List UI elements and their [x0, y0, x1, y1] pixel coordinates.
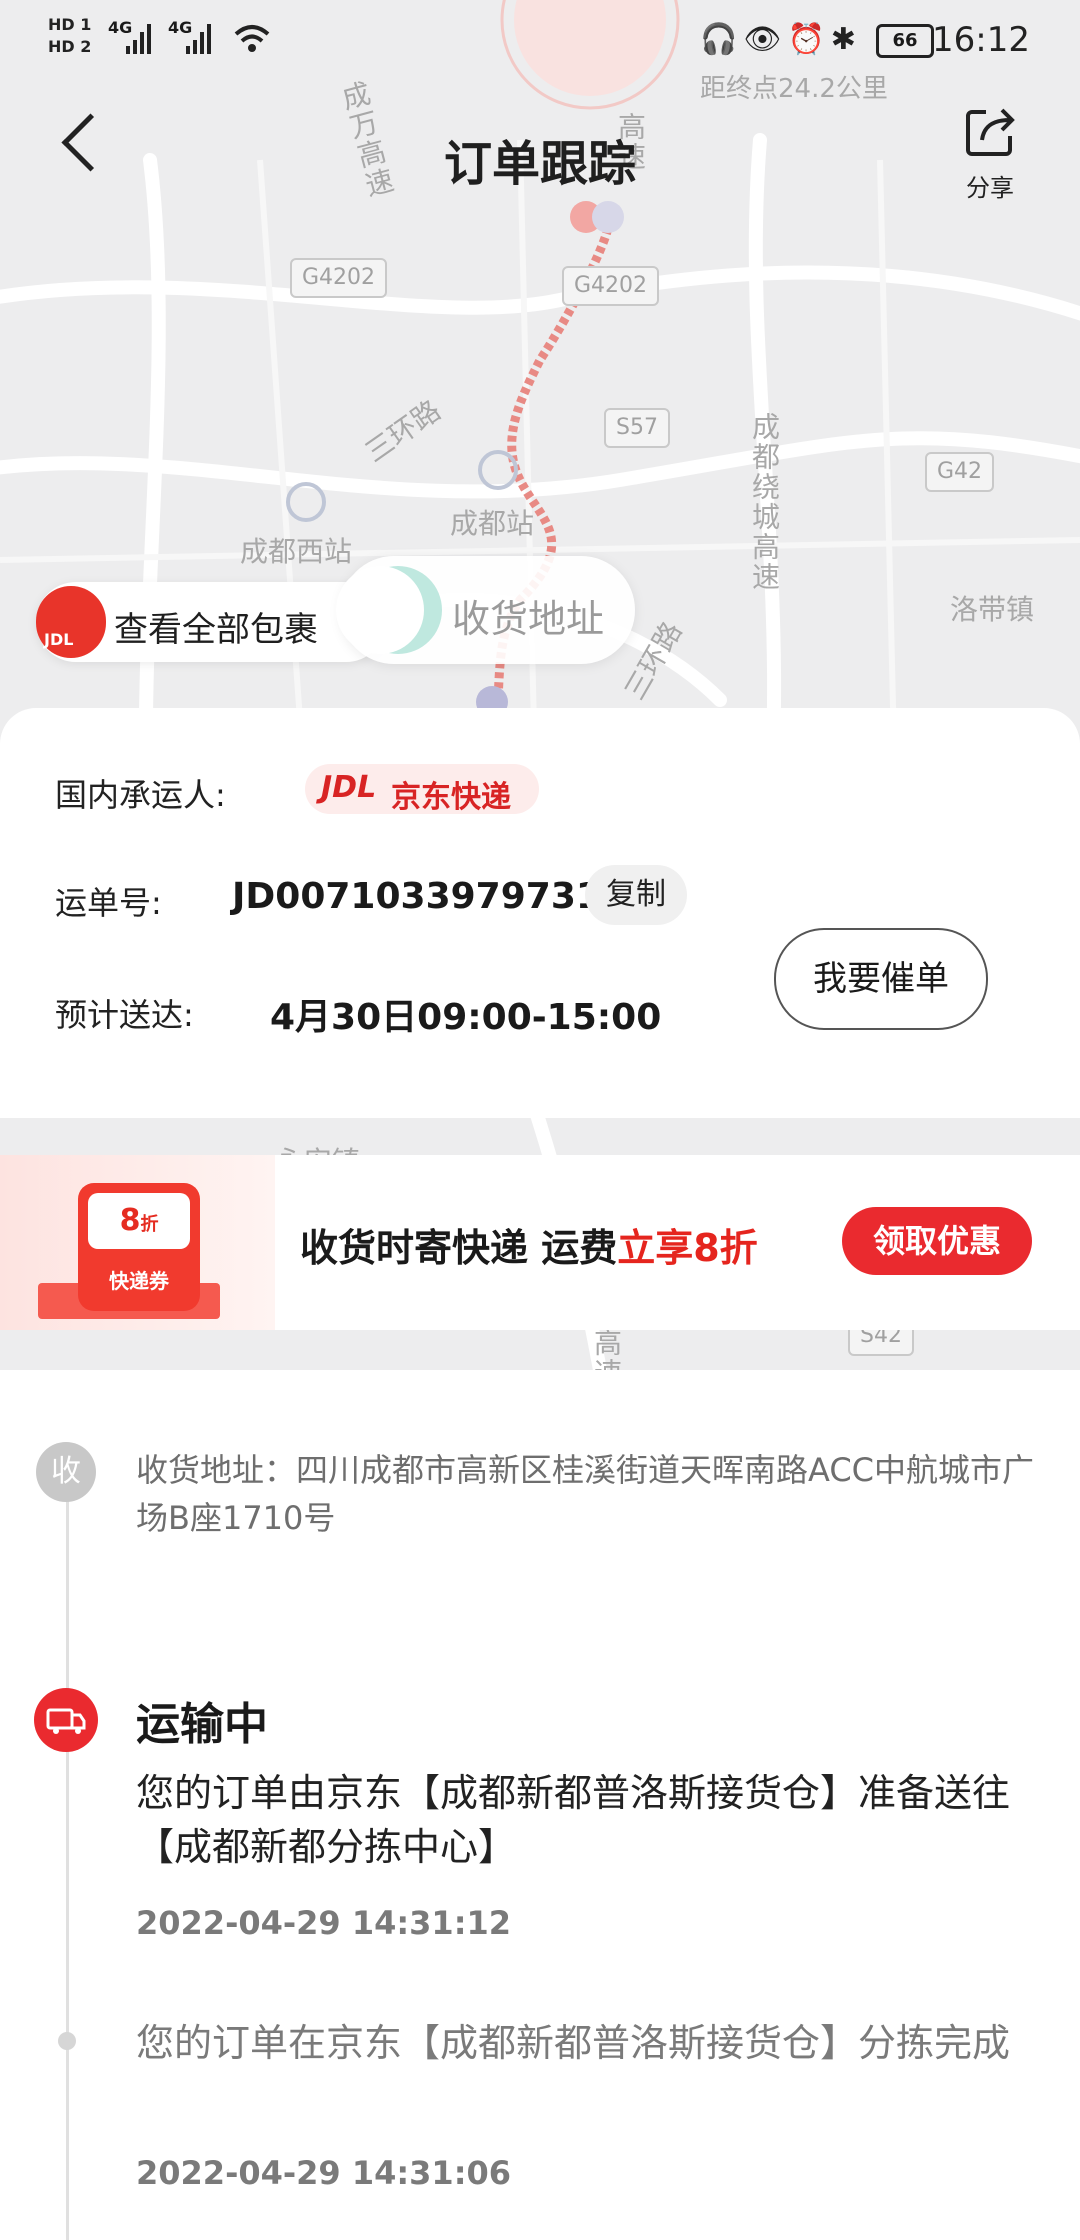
coupon-icon: 8折 快递券: [78, 1183, 200, 1311]
status-bar: HD 1 HD 2 4G 4G 🎧👁⏰✱ 66 16:12: [0, 0, 1080, 80]
status-title: 运输中: [136, 1699, 268, 1750]
address-chip-label: 收货地址: [452, 597, 605, 641]
timeline-event-text: 您的订单由京东【成都新都普洛斯接货仓】准备送往【成都新都分拣中心】: [136, 1771, 1011, 1869]
map-label-west-station: 成都西站: [240, 535, 353, 568]
clock: 16:12: [932, 20, 1030, 60]
share-label: 分享: [966, 174, 1014, 202]
all-packages-label: 查看全部包裹: [114, 610, 318, 650]
coupon-name: 快递券: [109, 1269, 169, 1293]
eta-value: 4月30日09:00-15:00: [270, 997, 662, 1038]
sim2-label: HD 2: [48, 37, 92, 56]
sim-indicators: HD 1 HD 2: [48, 14, 91, 58]
moon-icon: [336, 566, 442, 654]
timeline-dot: [58, 2032, 76, 2050]
truck-icon: [34, 1688, 98, 1752]
timeline-event-text: 您的订单在京东【成都新都普洛斯接货仓】分拣完成: [136, 2021, 1011, 2065]
road-badge-g4202: G4202: [562, 266, 660, 306]
coupon-discount: 8: [119, 1203, 141, 1238]
promo-text: 收货时寄快递 运费立享8折: [300, 1217, 758, 1272]
tracking-timeline: 收 收货地址：四川成都市高新区桂溪街道天晖南路ACC中航城市广场B座1710号 …: [0, 1370, 1080, 2240]
map-label-luodai: 洛带镇: [950, 593, 1035, 626]
carrier-badge: JDL 京东快递: [305, 764, 539, 815]
battery-icon: 66: [876, 24, 934, 58]
coupon-unit: 折: [140, 1214, 159, 1235]
timeline-event-time: 2022-04-29 14:31:12: [136, 1904, 512, 1942]
wifi-icon: [234, 25, 270, 52]
road-badge-s57: S57: [604, 408, 670, 448]
signal-icon: [126, 24, 211, 54]
waybill-number: JD0071033979731: [232, 876, 601, 917]
road-badge-g4202: G4202: [290, 258, 388, 298]
waybill-label: 运单号:: [55, 884, 162, 922]
promo-text-highlight: 立享8折: [617, 1226, 758, 1270]
sim1-label: HD 1: [48, 15, 92, 34]
urge-order-button[interactable]: 我要催单: [774, 928, 988, 1030]
jdl-logo: JDL: [321, 770, 377, 805]
copy-button[interactable]: 复制: [585, 865, 687, 925]
map-label-gaosu: 高速: [590, 1328, 623, 1370]
page-title: 订单跟踪: [443, 136, 636, 192]
carrier-label: 国内承运人:: [55, 776, 226, 814]
carrier-name: 京东快递: [391, 780, 511, 815]
timeline-line: [66, 1480, 69, 2240]
receive-badge: 收: [36, 1442, 96, 1502]
timeline-event-time: 2022-04-29 14:31:06: [136, 2154, 512, 2192]
status-icons: 🎧👁⏰✱: [700, 22, 862, 57]
address-marker-chip[interactable]: 收货地址: [336, 556, 635, 664]
eta-label: 预计送达:: [55, 996, 194, 1034]
promo-banner[interactable]: 8折 快递券 收货时寄快递 运费立享8折 领取优惠: [0, 1155, 1080, 1330]
delivery-address: 收货地址：四川成都市高新区桂溪街道天晖南路ACC中航城市广场B座1710号: [136, 1451, 1035, 1537]
map-label-ring-expressway: 成都绕城高速: [748, 412, 781, 592]
all-packages-button[interactable]: JDL 查看全部包裹 ›: [36, 582, 386, 662]
jdl-package-icon: JDL: [36, 586, 106, 658]
nav-bar: 订单跟踪 分享: [0, 80, 1080, 230]
share-button[interactable]: 分享: [940, 106, 1040, 203]
shipment-info-card: 国内承运人: JDL 京东快递 运单号: JD0071033979731 复制 …: [0, 708, 1080, 1118]
map-label-station: 成都站: [450, 507, 535, 540]
coupon-illustration: 8折 快递券: [0, 1155, 275, 1330]
claim-discount-button[interactable]: 领取优惠: [842, 1207, 1032, 1275]
road-badge-g42: G42: [925, 452, 995, 492]
promo-text-main: 收货时寄快递 运费: [300, 1226, 618, 1270]
share-icon: [966, 108, 1015, 156]
